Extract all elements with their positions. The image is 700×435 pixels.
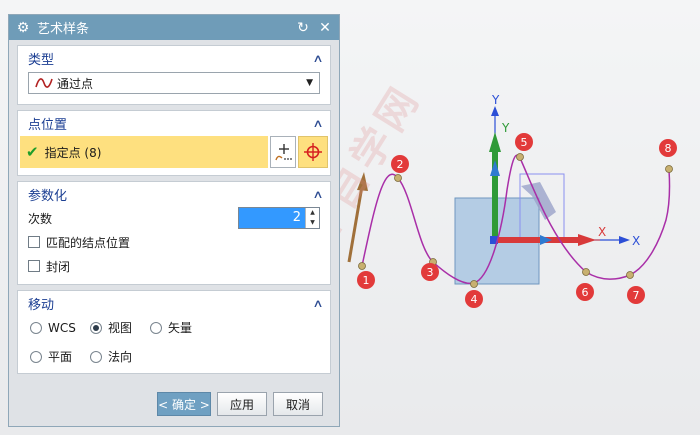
move-radio-vector[interactable]: 矢量 [150,319,210,336]
radio-label: 法向 [108,350,133,364]
point-marker-label: 2 [397,158,404,171]
degree-label: 次数 [28,211,53,226]
type-group-title: 类型 [28,52,55,68]
chevron-up-icon[interactable]: ∧ [312,188,323,201]
inferred-point-button[interactable] [298,136,328,168]
dialog-footer: < 确定 > 应用 取消 [9,382,339,426]
curve-point[interactable] [470,280,478,288]
ok-button[interactable]: < 确定 > [157,392,211,416]
type-select-value: 通过点 [57,76,94,91]
spinner-down-icon[interactable]: ▼ [306,218,319,228]
wcs-x-label: X [598,225,606,239]
radio-dot[interactable] [90,350,102,363]
move-group-header[interactable]: 移动 ∧ [18,291,330,315]
point-marker-label: 6 [582,286,589,299]
wcs-x-inner-arrow [540,235,552,245]
move-group: 移动 ∧ WCS 视图 矢量 平面 法向 [17,290,331,374]
specify-point-label: 指定点 (8) [44,145,102,160]
radio-label: 平面 [48,350,73,364]
radio-label: 矢量 [168,321,193,335]
parameterization-group-header[interactable]: 参数化 ∧ [18,182,330,206]
spline-icon [35,78,53,88]
point-marker-label: 3 [427,266,434,279]
point-position-group-title: 点位置 [28,117,68,133]
chevron-up-icon[interactable]: ∧ [312,297,323,310]
radio-dot[interactable] [90,321,102,334]
parameterization-group-title: 参数化 [28,188,68,204]
specify-point-field[interactable]: ✔ 指定点 (8) [20,136,268,168]
check-icon: ✔ [26,143,39,161]
move-radio-wcs[interactable]: WCS [30,319,90,336]
wcs-y-arrow [489,132,501,152]
dialog-titlebar: ⚙ 艺术样条 ↻ ✕ [9,15,339,40]
closed-label: 封闭 [46,259,71,274]
abs-y-label: Y [491,93,500,107]
cancel-button[interactable]: 取消 [273,392,323,416]
wcs-y-label: Y [501,121,510,135]
point-marker-label: 8 [665,142,672,155]
point-position-group-header[interactable]: 点位置 ∧ [18,111,330,135]
dialog-title: 艺术样条 [37,22,90,37]
gear-icon: ⚙ [16,19,30,36]
radio-dot[interactable] [30,350,42,363]
abs-x-arrow [619,236,630,244]
chevron-up-icon[interactable]: ∧ [312,117,323,130]
move-radio-plane[interactable]: 平面 [30,348,90,365]
reset-icon[interactable]: ↻ [295,20,311,36]
curve-point[interactable] [626,271,634,279]
graphics-viewport[interactable]: Y Y X X 1 2 3 4 5 6 7 8 软件自学网 [269,0,700,435]
radio-dot[interactable] [30,321,42,334]
move-radio-view[interactable]: 视图 [90,319,150,336]
type-group-header[interactable]: 类型 ∧ [18,46,330,70]
degree-spinner[interactable]: 2 ▲ ▼ [238,207,320,229]
move-group-title: 移动 [28,297,55,313]
viewport-canvas[interactable]: Y Y X X 1 2 3 4 5 6 7 8 软件自学网 [269,0,700,435]
abs-y-arrow [491,106,499,116]
point-position-group: 点位置 ∧ ✔ 指定点 (8) [17,110,331,176]
point-marker-label: 7 [633,289,640,302]
type-group: 类型 ∧ 通过点 ▼ [17,45,331,105]
wcs-y-inner-arrow [490,160,500,176]
radio-label: WCS [48,320,76,335]
point-constructor-icon [275,144,292,161]
matched-knots-label: 匹配的结点位置 [46,235,131,250]
point-marker-label: 5 [521,136,528,149]
matched-knots-checkbox[interactable] [28,236,40,248]
point-marker-label: 1 [363,274,370,287]
spinner-up-icon[interactable]: ▲ [306,208,319,218]
crosshair-icon [304,143,322,161]
type-select[interactable]: 通过点 ▼ [28,72,320,94]
chevron-up-icon[interactable]: ∧ [312,52,323,65]
curve-point[interactable] [516,153,524,161]
parameterization-group: 参数化 ∧ 次数 2 ▲ ▼ 匹配的结点位置 封闭 [17,181,331,285]
apply-button[interactable]: 应用 [217,392,267,416]
radio-dot[interactable] [150,321,162,334]
curve-point[interactable] [358,262,366,270]
close-icon[interactable]: ✕ [317,20,333,36]
degree-value[interactable]: 2 [239,208,305,228]
curve-point[interactable] [665,165,673,173]
abs-x-label: X [632,234,640,248]
point-dialog-button[interactable] [270,136,296,168]
wcs-x-axis [495,237,580,243]
point-marker-label: 4 [471,293,478,306]
watermark-text: 软件自学网 [340,76,430,295]
closed-checkbox[interactable] [28,260,40,272]
radio-label: 视图 [108,321,133,335]
chevron-down-icon[interactable]: ▼ [306,78,313,88]
curve-point[interactable] [394,174,402,182]
curve-point[interactable] [582,268,590,276]
move-radio-normal[interactable]: 法向 [90,348,150,365]
art-spline-dialog: ⚙ 艺术样条 ↻ ✕ 类型 ∧ 通过点 ▼ 点位置 ∧ ✔ 指定点 (8) 参数… [8,14,340,427]
